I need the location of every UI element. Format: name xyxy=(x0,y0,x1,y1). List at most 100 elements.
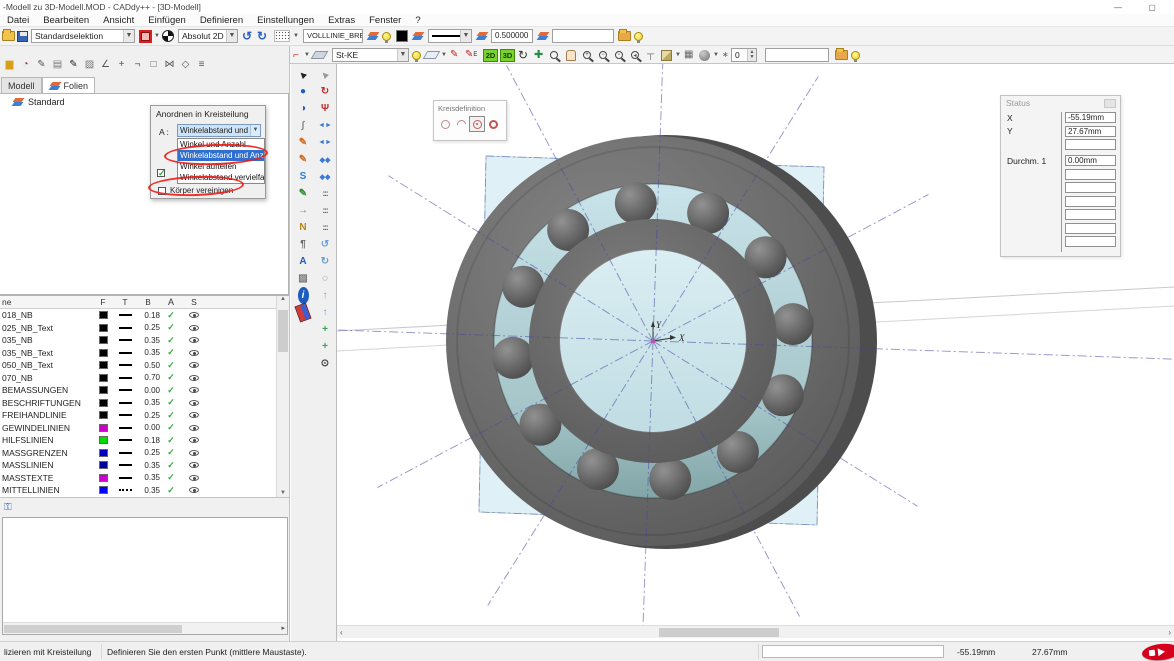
grid-toggle-icon[interactable]: ▦ xyxy=(684,48,693,62)
layer-active-check[interactable]: ✓ xyxy=(160,372,182,383)
status-field-input[interactable] xyxy=(1065,169,1116,180)
layer-visibility-eye-icon[interactable] xyxy=(189,362,199,368)
cube-icon[interactable]: □ xyxy=(146,56,161,72)
layer-color-swatch[interactable] xyxy=(99,324,108,332)
grid-pattern-button[interactable] xyxy=(274,29,290,43)
layer-row[interactable]: FREIHANDLINIE0.25✓ xyxy=(0,409,289,422)
layer-color-swatch[interactable] xyxy=(99,411,108,419)
tab-folien[interactable]: Folien xyxy=(42,77,96,94)
layer-active-check[interactable]: ✓ xyxy=(160,410,182,421)
layer-visibility-eye-icon[interactable] xyxy=(189,475,199,481)
layer-visibility-eye-icon[interactable] xyxy=(189,325,199,331)
status-field-input[interactable]: 27.67mm xyxy=(1065,126,1116,137)
open-icon[interactable]: ▆ xyxy=(2,56,17,72)
menu-item-definieren[interactable]: Definieren xyxy=(193,15,250,26)
grid-dots2-icon[interactable]: ::: xyxy=(315,202,335,219)
dashed-arrow-icon[interactable]: → xyxy=(293,202,313,219)
layer-linetype-icon[interactable] xyxy=(119,439,132,441)
layers-icon[interactable] xyxy=(367,29,379,43)
bulb-icon[interactable] xyxy=(851,48,860,62)
arrow-up-icon[interactable]: ↑ xyxy=(315,287,335,304)
layer-linetype-icon[interactable] xyxy=(119,402,132,404)
circle-bold-icon[interactable] xyxy=(485,116,501,132)
menu-item-fenster[interactable]: Fenster xyxy=(362,15,408,26)
chevron-down-icon[interactable]: ▼ xyxy=(226,30,237,42)
layer-row[interactable]: BESCHRIFTUNGEN0.35✓ xyxy=(0,397,289,410)
layer-active-check[interactable]: ✓ xyxy=(160,472,182,483)
info-icon[interactable]: i xyxy=(293,287,313,304)
zoom-window-icon[interactable] xyxy=(550,48,558,62)
layer-visibility-eye-icon[interactable] xyxy=(189,387,199,393)
dotted-circle-icon[interactable]: ◌ xyxy=(315,270,335,287)
layer-linetype-icon[interactable] xyxy=(119,464,132,466)
layer-linetype-icon[interactable] xyxy=(119,489,132,491)
origin-icon[interactable] xyxy=(162,29,174,43)
walk-view-icon[interactable]: ✚ xyxy=(534,48,543,62)
layer-row[interactable]: HILFSLINIEN0.18✓ xyxy=(0,434,289,447)
layer-linetype-icon[interactable] xyxy=(119,427,132,429)
zone-dropdown-icon[interactable]: ▼ xyxy=(154,29,160,43)
pencil-orange-icon[interactable]: ✎ xyxy=(293,134,313,151)
layer-linetype-icon[interactable] xyxy=(119,327,132,329)
layer-color-swatch[interactable] xyxy=(99,449,108,457)
layer-tool-icon[interactable]: ⚿ xyxy=(4,502,12,513)
pencil-icon[interactable]: ✎ xyxy=(34,56,49,72)
zone-select-button[interactable] xyxy=(139,29,152,43)
zoom-previous-icon[interactable]: ◂ xyxy=(631,48,639,62)
pencil-green-icon[interactable]: ✎ xyxy=(293,185,313,202)
circle-edit-icon[interactable]: ◔ xyxy=(18,56,33,72)
view-3d-button[interactable]: 3D xyxy=(500,48,515,62)
menu-item-extras[interactable]: Extras xyxy=(321,15,362,26)
redo-icon[interactable]: ↻ xyxy=(257,29,267,43)
layer-linetype-icon[interactable] xyxy=(119,452,132,454)
layer-active-check[interactable]: ✓ xyxy=(160,485,182,496)
layer-row[interactable]: 018_NB0.18✓ xyxy=(0,309,289,322)
align-cross2-icon[interactable]: + xyxy=(315,338,335,355)
list-view-icon[interactable]: ≡ xyxy=(194,56,209,72)
snap-line-icon[interactable]: ∠ xyxy=(98,56,113,72)
line-width-input[interactable]: 0.500000 xyxy=(491,29,533,43)
layer-visibility-eye-icon[interactable] xyxy=(189,312,199,318)
status-field-input[interactable] xyxy=(1065,209,1116,220)
line-name-input[interactable]: VOLLLINIE_BREIT xyxy=(303,29,363,43)
layer-linetype-icon[interactable] xyxy=(119,389,132,391)
layer-row[interactable]: 035_NB0.35✓ xyxy=(0,334,289,347)
measure-path-icon[interactable]: ∫ xyxy=(293,117,313,134)
grid-dots-icon[interactable]: ::: xyxy=(315,185,335,202)
layer-color-swatch[interactable] xyxy=(99,336,108,344)
folder-users-icon[interactable] xyxy=(835,48,848,62)
anordnung-combo[interactable]: Winkelabstand und Ar▼ xyxy=(177,124,261,137)
move-x2-icon[interactable]: ◄► xyxy=(315,134,335,151)
plane-icon[interactable] xyxy=(313,48,326,62)
layer-linetype-icon[interactable] xyxy=(119,414,132,416)
layer-row[interactable]: MITTELLINIEN0.35✓ xyxy=(0,484,289,497)
layer-linetype-icon[interactable] xyxy=(119,377,132,379)
layer-active-check[interactable]: ✓ xyxy=(160,435,182,446)
dropdown-option[interactable]: Winkelabstand vervielfach xyxy=(178,172,264,183)
minimize-button[interactable]: — xyxy=(1108,1,1128,13)
refresh-cw-icon[interactable]: ↻ xyxy=(315,253,335,270)
table-vscrollbar[interactable]: ▲▼ xyxy=(276,296,289,497)
coordinate-mode-combo[interactable]: Absolut 2D▼ xyxy=(178,29,238,43)
maximize-button[interactable]: ▢ xyxy=(1142,1,1162,13)
pencil-arrow-icon[interactable]: ✎ xyxy=(293,151,313,168)
circle-point-icon[interactable]: ⊙ xyxy=(315,355,335,372)
corner-snap-icon[interactable]: ¬ xyxy=(130,56,145,72)
pan-hand-icon[interactable] xyxy=(566,48,576,62)
layer-linetype-icon[interactable] xyxy=(119,314,132,316)
menu-item-ansicht[interactable]: Ansicht xyxy=(96,15,141,26)
chevron-down-icon[interactable]: ▼ xyxy=(123,30,134,42)
move-diamond-icon[interactable]: ◆◆ xyxy=(315,151,335,168)
line-style-combo[interactable]: ▼ xyxy=(428,29,472,43)
layer-row[interactable]: 050_NB_Text0.50✓ xyxy=(0,359,289,372)
layer-row[interactable]: 070_NB0.70✓ xyxy=(0,372,289,385)
layer-color-swatch[interactable] xyxy=(99,474,108,482)
status-field-input[interactable] xyxy=(1065,196,1116,207)
layer-active-check[interactable]: ✓ xyxy=(160,422,182,433)
layer-color-swatch[interactable] xyxy=(99,311,108,319)
layer-active-check[interactable]: ✓ xyxy=(160,447,182,458)
sketch-pencil-e-icon[interactable]: ✎E xyxy=(465,48,477,62)
layers-icon[interactable] xyxy=(476,29,488,43)
arc-icon[interactable] xyxy=(453,116,469,132)
layer-row[interactable]: GEWINDELINIEN0.00✓ xyxy=(0,422,289,435)
